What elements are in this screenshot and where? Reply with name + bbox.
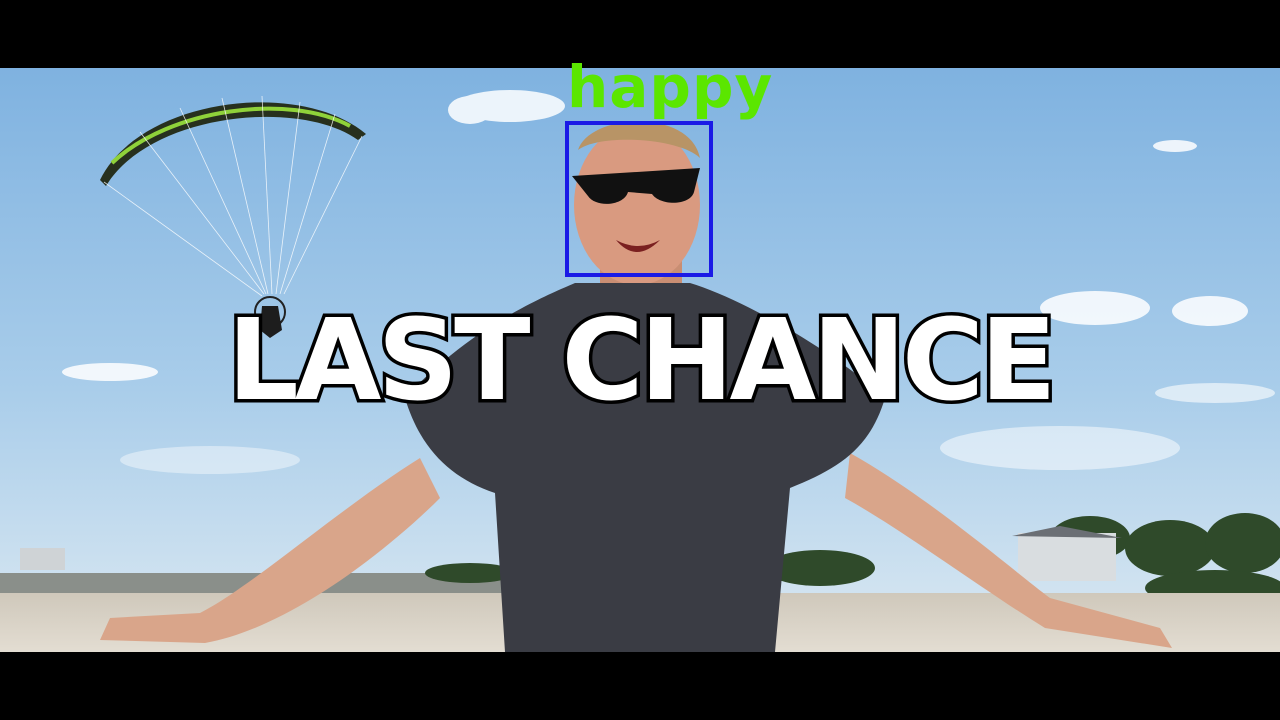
letterbox-bottom — [0, 652, 1280, 720]
emotion-label: happy — [567, 53, 774, 121]
face-detection-box — [565, 121, 713, 277]
house — [1018, 533, 1116, 581]
video-title-overlay: LAST CHANCE — [224, 296, 1060, 426]
